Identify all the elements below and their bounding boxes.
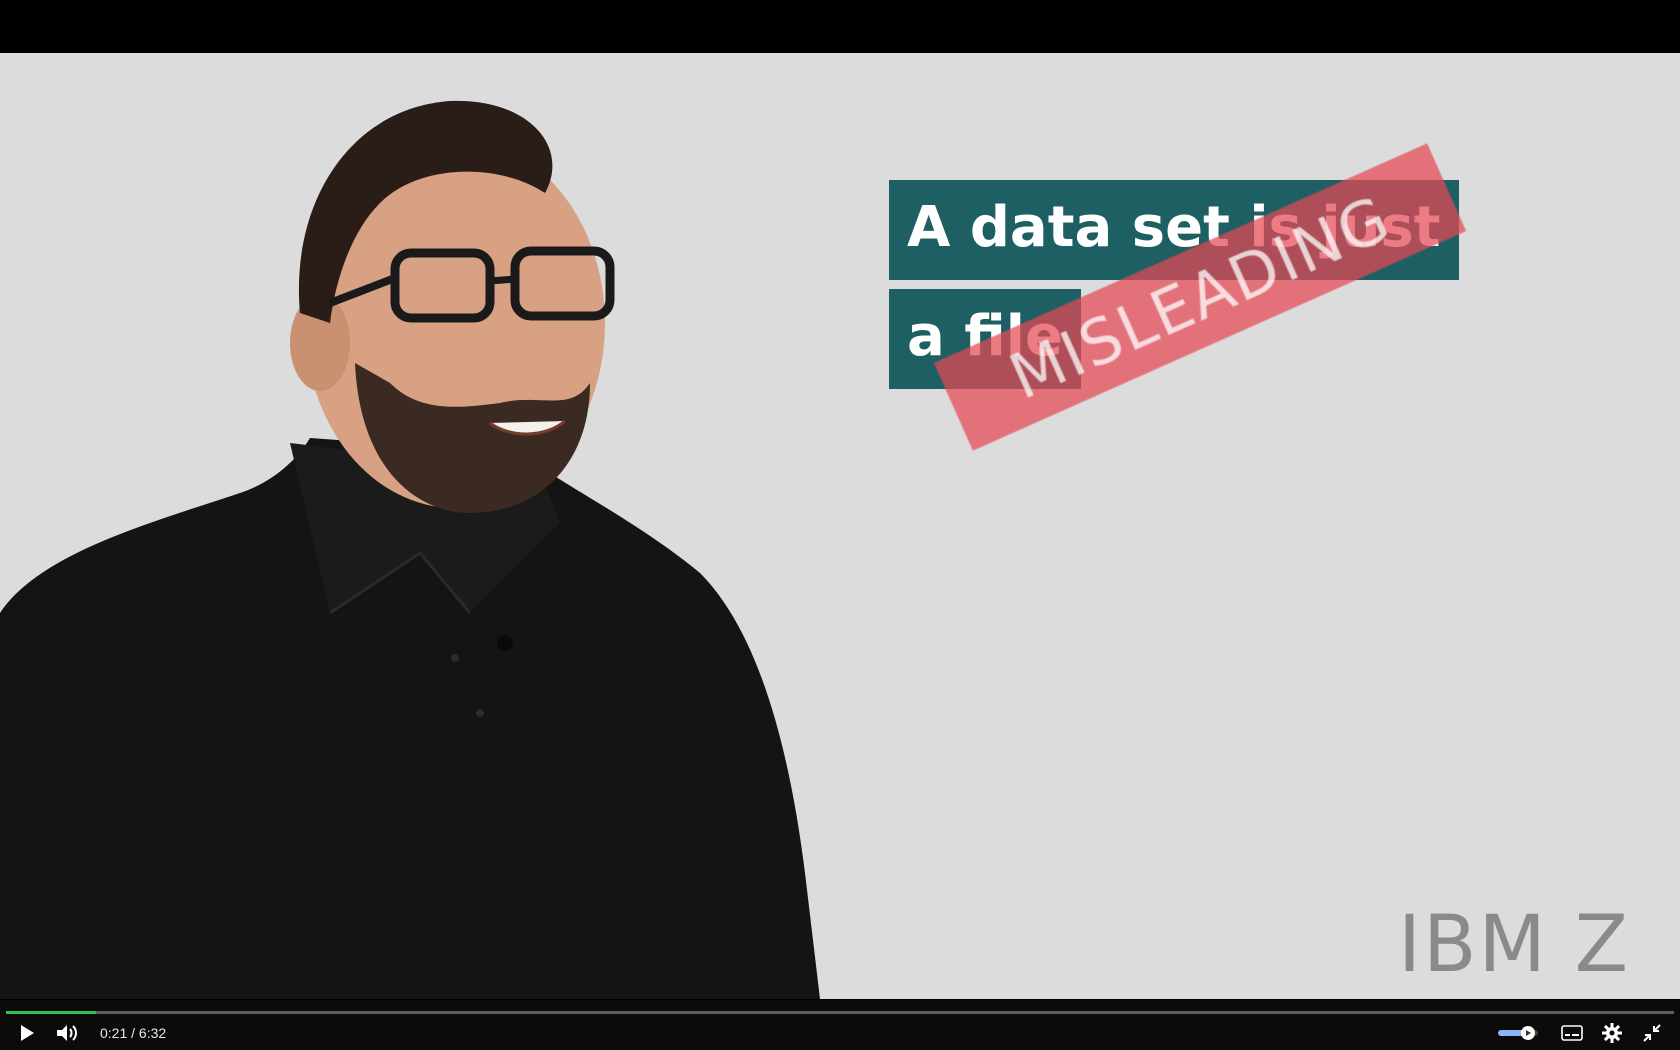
exit-fullscreen-icon [1643, 1024, 1661, 1042]
logo-text: IBM Z [1398, 901, 1630, 981]
video-frame[interactable]: A data set is just a file MISLEADING IBM… [0, 53, 1680, 999]
progress-fill [6, 1011, 97, 1014]
duration: 6:32 [138, 1025, 167, 1041]
current-time: 0:21 [100, 1025, 128, 1041]
play-icon [21, 1025, 34, 1041]
captions-button[interactable] [1558, 1020, 1586, 1046]
play-button[interactable] [14, 1020, 40, 1046]
presenter-image [0, 100, 820, 999]
exit-fullscreen-button[interactable] [1638, 1020, 1666, 1046]
gear-icon [1602, 1023, 1622, 1043]
volume-icon [57, 1025, 77, 1041]
time-display: 0:21 / 6:32 [100, 1025, 166, 1041]
captions-icon [1561, 1025, 1583, 1041]
volume-button[interactable] [52, 1020, 82, 1046]
time-separator: / [127, 1025, 139, 1041]
letterbox-top [0, 0, 1680, 53]
progress-bar[interactable] [6, 1011, 1674, 1014]
settings-button[interactable] [1598, 1020, 1626, 1046]
control-bar: 0:21 / 6:32 [0, 1000, 1680, 1050]
volume-slider[interactable] [1498, 1026, 1538, 1040]
video-player: A data set is just a file MISLEADING IBM… [0, 0, 1680, 1050]
ibm-z-logo: IBM Z [1398, 901, 1630, 981]
